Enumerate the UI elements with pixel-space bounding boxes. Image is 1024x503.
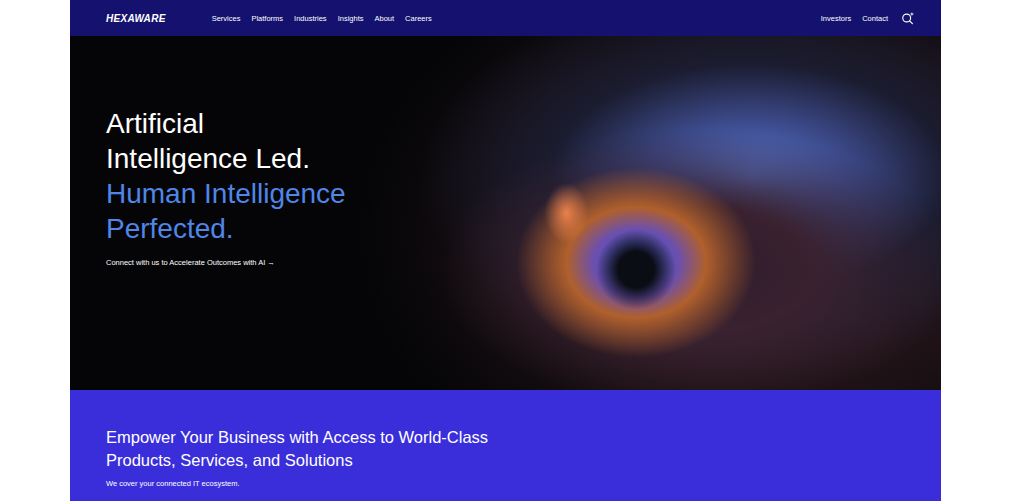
hero-text: ArtificialIntelligence Led.Human Intelli… [106,106,941,268]
banner-heading: Empower Your Business with Access to Wor… [106,426,941,472]
hero-accent-line: Human Intelligence [106,176,941,211]
banner-section: Empower Your Business with Access to Wor… [70,390,941,501]
nav-right: Investors Contact [821,11,915,25]
hero-accent-line: Perfected. [106,211,941,246]
banner-heading-line: Products, Services, and Solutions [106,449,941,472]
top-nav: HEXAWARE Services Platforms Industries Insig… [70,0,941,36]
hero-title-line: Intelligence Led. [106,141,941,176]
hero-section: ArtificialIntelligence Led.Human Intelli… [70,36,941,390]
cta-link[interactable]: Connect with us to Accelerate Outcomes w… [106,258,941,268]
hero-title-line: Artificial [106,106,941,141]
nav-item[interactable]: About [374,14,394,23]
logo[interactable]: HEXAWARE [106,13,166,24]
search-icon[interactable] [901,11,915,25]
nav-item[interactable]: Investors [821,14,851,23]
nav-menu: Services Platforms Industries Insights About… [212,14,432,23]
nav-item[interactable]: Services [212,14,241,23]
nav-item[interactable]: Insights [338,14,364,23]
nav-left: HEXAWARE Services Platforms Industries Insig… [106,13,432,24]
nav-item[interactable]: Platforms [251,14,283,23]
nav-item[interactable]: Careers [405,14,432,23]
page: HEXAWARE Services Platforms Industries Insig… [0,0,1024,503]
banner-heading-line: Empower Your Business with Access to Wor… [106,426,941,449]
nav-item[interactable]: Industries [294,14,327,23]
nav-item[interactable]: Contact [862,14,888,23]
website-frame: HEXAWARE Services Platforms Industries Insig… [70,0,941,501]
banner-subtext: We cover your connected IT ecosystem. [106,479,941,489]
